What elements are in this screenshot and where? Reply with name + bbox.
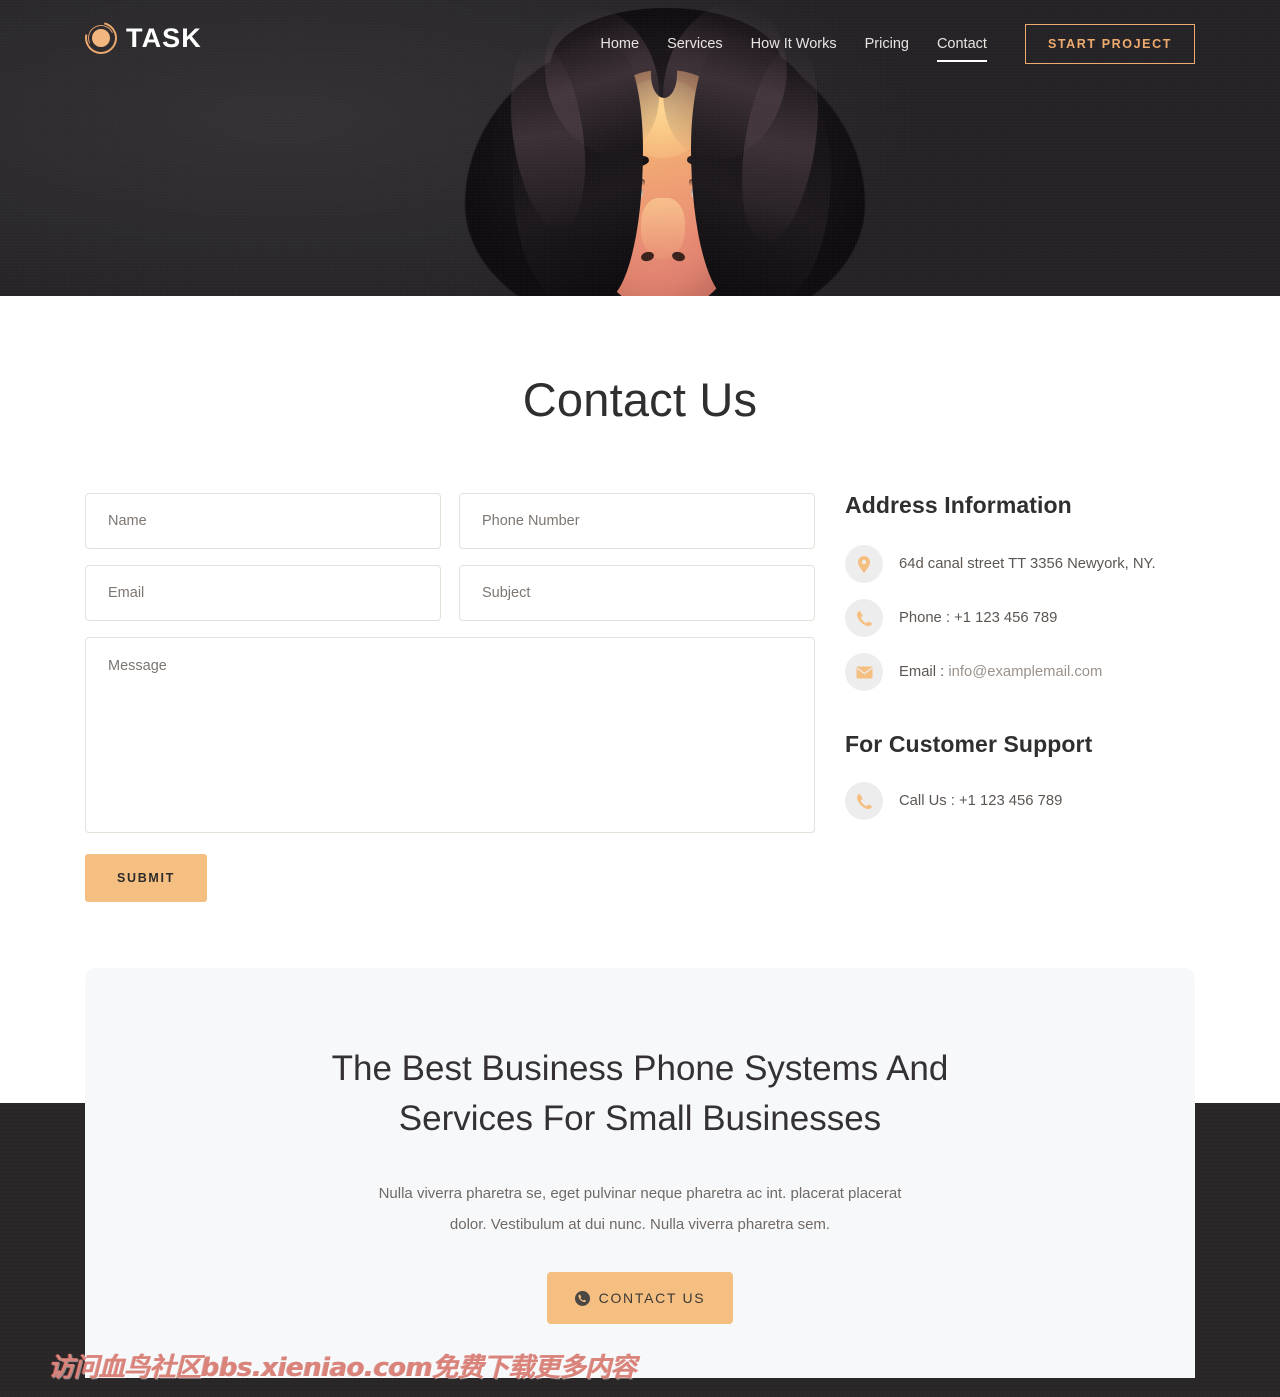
page-title: Contact Us [522, 373, 758, 426]
address-row-location: 64d canal street TT 3356 Newyork, NY. [845, 545, 1205, 583]
cta-title-line-1: The Best Business Phone Systems And [331, 1049, 949, 1088]
submit-button[interactable]: SUBMIT [85, 854, 207, 902]
address-information-heading: Address Information [845, 492, 1072, 518]
nav-item-services[interactable]: Services [653, 30, 737, 58]
cta-contact-us-button[interactable]: CONTACT US [546, 1272, 734, 1325]
cta-button-label: CONTACT US [598, 1290, 706, 1307]
phone-value: +1 123 456 789 [954, 610, 1058, 626]
page-root: TASK Home Services How It Works Pricing … [0, 0, 1280, 1397]
email-value[interactable]: info@examplemail.com [948, 664, 1102, 680]
name-input[interactable] [85, 493, 441, 549]
address-row-phone: Phone : +1 123 456 789 [845, 599, 1205, 637]
call-us-value: +1 123 456 789 [959, 793, 1063, 809]
address-row-email: Email : info@examplemail.com [845, 653, 1205, 691]
phone-line: Phone : +1 123 456 789 [899, 610, 1057, 626]
watermark-text: 访问血鸟社区bbs.xieniao.com免费下载更多内容 [48, 1353, 637, 1383]
phone-label: Phone : [899, 610, 955, 626]
nav-item-pricing[interactable]: Pricing [851, 30, 923, 58]
logo-text: TASK [126, 22, 202, 53]
nav-item-contact[interactable]: Contact [923, 30, 1001, 62]
envelope-icon [845, 653, 883, 691]
call-us-label: Call Us : [899, 793, 960, 809]
phone-circle-icon [574, 1290, 590, 1306]
task-logo-icon [78, 15, 124, 61]
customer-support-heading: For Customer Support [845, 731, 1093, 757]
contact-form: SUBMIT [85, 493, 815, 902]
support-row-call-us: Call Us : +1 123 456 789 [845, 782, 1205, 820]
nav-item-how-it-works[interactable]: How It Works [737, 30, 851, 58]
cta-subtitle-line-1: Nulla viverra pharetra se, eget pulvinar… [378, 1184, 902, 1202]
email-label: Email : [899, 664, 949, 680]
call-us-line: Call Us : +1 123 456 789 [899, 793, 1062, 809]
subject-input[interactable] [459, 565, 815, 621]
phone-icon [845, 782, 883, 820]
email-input[interactable] [85, 565, 441, 621]
cta-subtitle-line-2: dolor. Vestibulum at dui nunc. Nulla viv… [449, 1215, 831, 1233]
address-line: 64d canal street TT 3356 Newyork, NY. [899, 556, 1156, 572]
email-line[interactable]: Email : info@examplemail.com [899, 664, 1102, 680]
site-header: TASK Home Services How It Works Pricing … [0, 0, 1280, 86]
phone-icon [845, 599, 883, 637]
nav-item-home[interactable]: Home [586, 30, 653, 58]
cta-title-line-2: Services For Small Businesses [398, 1099, 882, 1139]
form-row-1 [85, 493, 815, 549]
site-logo[interactable]: TASK [78, 15, 202, 61]
cta-subtitle: Nulla viverra pharetra se, eget pulvinar… [85, 1179, 1195, 1241]
cta-panel: The Best Business Phone Systems And Serv… [85, 968, 1195, 1378]
location-pin-icon [845, 545, 883, 583]
start-project-button[interactable]: START PROJECT [1024, 24, 1195, 64]
phone-input[interactable] [459, 493, 815, 549]
main-navigation: Home Services How It Works Pricing Conta… [586, 24, 1195, 64]
message-textarea[interactable] [85, 637, 815, 833]
address-information-section: Address Information 64d canal street TT … [845, 492, 1205, 836]
cta-title: The Best Business Phone Systems And Serv… [85, 1044, 1195, 1145]
form-row-2 [85, 565, 815, 621]
